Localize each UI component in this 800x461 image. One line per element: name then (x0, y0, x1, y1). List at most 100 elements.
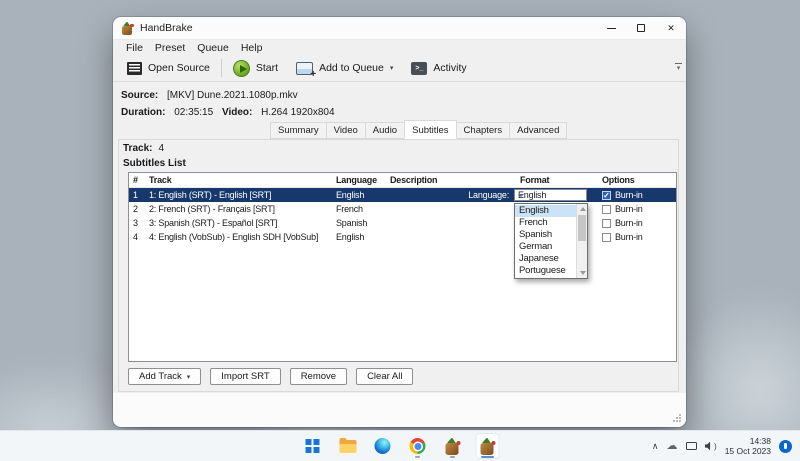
table-row-selected[interactable]: 1 1: English (SRT) - English [SRT] Engli… (129, 188, 676, 202)
import-srt-label: Import SRT (221, 371, 270, 382)
minimize-button[interactable] (596, 17, 626, 39)
import-srt-button[interactable]: Import SRT (210, 368, 281, 385)
row-language: English (336, 232, 365, 242)
tab-summary[interactable]: Summary (270, 122, 327, 139)
row-num: 2 (133, 204, 138, 214)
onedrive-cloud-icon[interactable]: ☁ (667, 440, 678, 452)
dropdown-option[interactable]: French (515, 217, 576, 229)
add-to-queue-icon (296, 61, 316, 80)
col-description: Description (390, 175, 438, 185)
taskbar-center-icons (301, 431, 500, 461)
source-label: Source: (121, 90, 159, 101)
tab-chapters[interactable]: Chapters (455, 122, 511, 139)
row-language: English (336, 190, 365, 200)
table-row[interactable]: 3 3: Spanish (SRT) - Español [SRT] Spani… (129, 216, 676, 230)
dropdown-option[interactable]: German (515, 241, 576, 253)
clock[interactable]: 14:38 15 Oct 2023 (725, 436, 771, 456)
add-track-button[interactable]: Add Track ▾ (128, 368, 202, 385)
edge-icon (374, 438, 391, 454)
window-footer (113, 393, 686, 427)
speaker-icon (704, 441, 711, 451)
menu-preset[interactable]: Preset (149, 42, 191, 54)
scroll-up-icon[interactable] (579, 207, 586, 211)
open-source-label: Open Source (148, 62, 210, 74)
row-track: 4: English (VobSub) - English SDH [VobSu… (149, 232, 319, 242)
burn-in-checkbox-checked[interactable]: ✓ (602, 190, 611, 200)
resize-grip[interactable] (673, 414, 681, 422)
system-tray: ∧ ☁ ) 14:38 15 Oct 2023 (652, 431, 792, 461)
subtitles-table: # Track Language Description Format Opti… (128, 172, 677, 362)
chevron-down-icon: ▾ (186, 373, 191, 381)
terminal-icon: >_ (411, 61, 428, 75)
edge-button[interactable] (371, 433, 395, 459)
row-language: French (336, 204, 363, 214)
burn-in-checkbox[interactable] (602, 232, 611, 242)
minimize-icon (606, 27, 616, 29)
row-track: 3: Spanish (SRT) - Español [SRT] (149, 218, 278, 228)
format-combobox[interactable]: English (514, 189, 587, 201)
remove-button[interactable]: Remove (289, 368, 348, 385)
handbrake-active-button[interactable] (475, 433, 500, 459)
open-source-button[interactable]: Open Source (118, 55, 219, 81)
burn-in-checkbox[interactable] (602, 218, 611, 228)
taskbar: ∧ ☁ ) 14:38 15 Oct 2023 (0, 430, 800, 461)
table-row[interactable]: 2 2: French (SRT) - Français [SRT] Frenc… (129, 202, 676, 216)
clear-all-button[interactable]: Clear All (356, 368, 414, 385)
dropdown-option[interactable]: Spanish (515, 229, 576, 241)
tab-subtitles[interactable]: Subtitles (404, 120, 457, 139)
menu-help[interactable]: Help (235, 42, 269, 54)
table-row[interactable]: 4 4: English (VobSub) - English SDH [Vob… (129, 230, 676, 244)
start-button[interactable] (301, 433, 325, 459)
tray-chevron-up-icon[interactable]: ∧ (652, 441, 659, 451)
col-track: Track (149, 175, 172, 185)
chevron-down-icon[interactable]: ▾ (390, 64, 394, 72)
volume-button[interactable]: ) (704, 441, 717, 451)
maximize-button[interactable] (626, 17, 656, 39)
dropdown-option-selected[interactable]: English (515, 205, 576, 217)
dropdown-option[interactable]: Portuguese (515, 265, 576, 277)
subtitles-actions: Add Track ▾ Import SRT Remove Clear All (128, 368, 414, 385)
scrollbar-thumb[interactable] (578, 215, 586, 241)
tab-audio[interactable]: Audio (364, 122, 406, 139)
handbrake-logo-icon (121, 21, 134, 35)
burn-in-checkbox[interactable] (602, 204, 611, 214)
maximize-icon (637, 24, 645, 32)
tray-time: 14:38 (749, 436, 771, 446)
close-icon: ✕ (667, 22, 675, 33)
row-num: 3 (133, 218, 138, 228)
notification-badge[interactable] (779, 439, 792, 453)
track-count: Track: 4 (123, 143, 164, 154)
file-explorer-button[interactable] (336, 433, 360, 459)
add-to-queue-button[interactable]: Add to Queue ▾ (287, 55, 402, 81)
toolbar-separator (220, 59, 222, 77)
title-bar[interactable]: HandBrake ✕ (113, 17, 686, 40)
network-icon[interactable] (685, 442, 697, 450)
menu-file[interactable]: File (120, 42, 149, 54)
film-strip-icon (127, 61, 142, 75)
activity-button[interactable]: >_ Activity (402, 55, 475, 81)
windows-logo-icon (305, 439, 320, 453)
activity-label: Activity (433, 62, 467, 74)
tab-video[interactable]: Video (325, 122, 366, 139)
row-num: 4 (133, 232, 138, 242)
handbrake-pinned-button[interactable] (441, 433, 465, 459)
dropdown-scrollbar[interactable] (576, 204, 587, 278)
row-num: 1 (133, 190, 138, 200)
tab-advanced[interactable]: Advanced (509, 122, 568, 139)
video-label: Video: (221, 107, 253, 118)
col-language: Language (336, 175, 377, 185)
chrome-button[interactable] (406, 433, 430, 459)
col-num: # (133, 175, 138, 185)
burn-in-label: Burn-in (615, 232, 643, 242)
scroll-down-icon[interactable] (579, 271, 586, 275)
start-button[interactable]: Start (224, 55, 287, 81)
menu-queue[interactable]: Queue (191, 42, 235, 54)
handbrake-icon (479, 437, 496, 455)
toolbar-overflow-icon[interactable]: ▾ (675, 63, 682, 72)
folder-icon (339, 437, 356, 453)
close-button[interactable]: ✕ (656, 17, 686, 39)
active-indicator (481, 456, 494, 458)
dropdown-option[interactable]: Japanese (515, 253, 576, 265)
track-value: 4 (158, 143, 165, 154)
play-icon (232, 59, 250, 77)
